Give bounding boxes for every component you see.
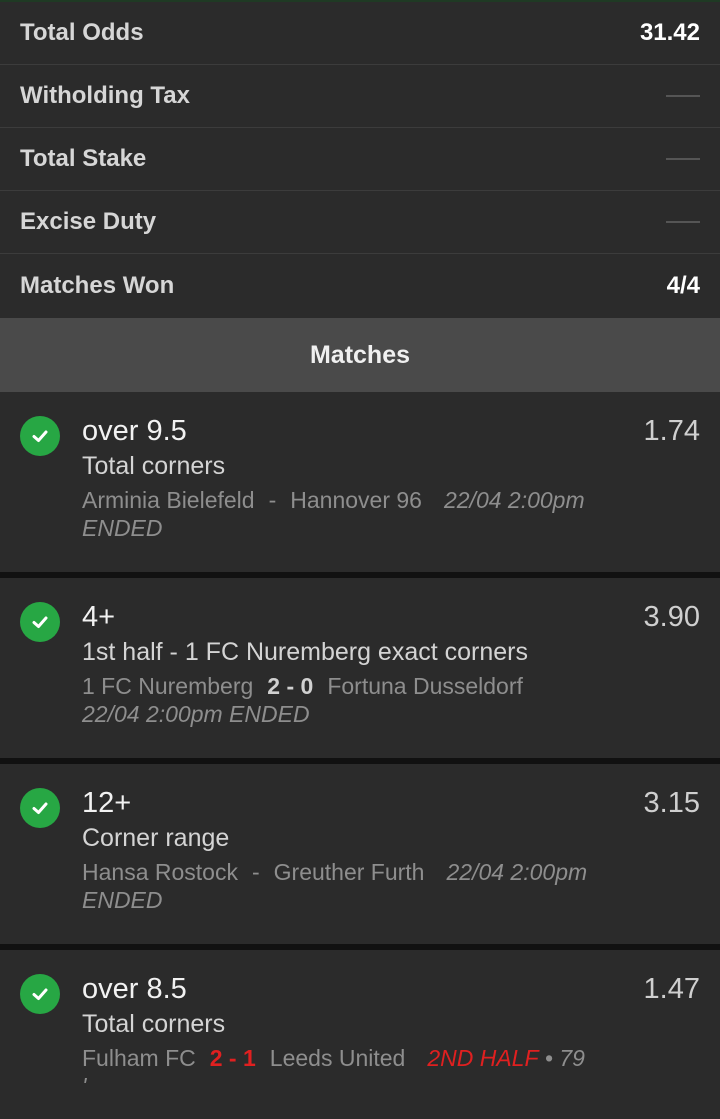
match-score: 2 - 0 xyxy=(267,673,314,699)
match-status: ENDED xyxy=(82,887,163,913)
bet-summary: Total Odds 31.42 Witholding Tax Total St… xyxy=(0,0,720,318)
match-minute-tail: ' xyxy=(82,1073,87,1099)
bet-pick: over 8.5 xyxy=(82,973,187,1005)
won-check-icon xyxy=(20,974,60,1014)
excise-duty-redacted xyxy=(666,221,700,223)
bet-odds: 3.90 xyxy=(643,601,700,633)
match-time: 22/04 2:00pm xyxy=(443,487,585,513)
bet-odds: 1.74 xyxy=(643,415,700,447)
excise-duty-label: Excise Duty xyxy=(20,208,157,235)
won-check-icon xyxy=(20,602,60,642)
won-check-icon xyxy=(20,788,60,828)
total-stake-row: Total Stake xyxy=(0,128,720,191)
bet-card[interactable]: 4+ 3.90 1st half - 1 FC Nuremberg exact … xyxy=(0,578,720,758)
home-team: Fulham FC xyxy=(82,1045,196,1071)
withholding-tax-label: Witholding Tax xyxy=(20,82,190,109)
match-info: Arminia Bielefeld - Hannover 96 22/04 2:00p… xyxy=(82,486,700,542)
away-team: Leeds United xyxy=(269,1045,406,1071)
match-score: 2 - 1 xyxy=(209,1045,256,1071)
bet-market: Total corners xyxy=(82,1010,226,1038)
withholding-tax-redacted xyxy=(666,95,700,97)
total-odds-row: Total Odds 31.42 xyxy=(0,2,720,65)
match-info: Fulham FC 2 - 1 Leeds United 2ND HALF • 79 … xyxy=(82,1044,700,1100)
team-separator: - xyxy=(251,859,260,885)
total-stake-redacted xyxy=(666,158,700,160)
matches-section-header: Matches xyxy=(0,318,720,392)
match-time-status: 22/04 2:00pm ENDED xyxy=(82,701,310,727)
matches-won-row: Matches Won 4/4 xyxy=(0,254,720,318)
matches-won-value: 4/4 xyxy=(666,272,700,299)
bet-card[interactable]: over 8.5 1.47 Total corners Fulham FC 2 -… xyxy=(0,950,720,1119)
bet-market: Total corners xyxy=(82,452,226,480)
match-time: 22/04 2:00pm xyxy=(446,859,588,885)
match-info: 1 FC Nuremberg 2 - 0 Fortuna Dusseldorf 22… xyxy=(82,672,700,728)
bet-market: 1st half - 1 FC Nuremberg exact corners xyxy=(82,638,528,666)
match-info: Hansa Rostock - Greuther Furth 22/04 2:00pm… xyxy=(82,858,700,914)
excise-duty-row: Excise Duty xyxy=(0,191,720,254)
total-odds-label: Total Odds xyxy=(20,19,144,46)
live-status: 2ND HALF xyxy=(427,1045,539,1071)
bet-pick: 12+ xyxy=(82,787,132,819)
home-team: Arminia Bielefeld xyxy=(82,487,255,513)
team-separator: - xyxy=(268,487,277,513)
bet-card[interactable]: over 9.5 1.74 Total corners Arminia Biel… xyxy=(0,392,720,572)
bet-card[interactable]: 12+ 3.15 Corner range Hansa Rostock - Greu… xyxy=(0,764,720,944)
home-team: 1 FC Nuremberg xyxy=(82,673,254,699)
away-team: Fortuna Dusseldorf xyxy=(327,673,523,699)
total-stake-label: Total Stake xyxy=(20,145,147,172)
home-team: Hansa Rostock xyxy=(82,859,238,885)
away-team: Greuther Furth xyxy=(273,859,425,885)
matches-won-label: Matches Won xyxy=(20,272,175,299)
away-team: Hannover 96 xyxy=(290,487,422,513)
total-odds-value: 31.42 xyxy=(639,19,700,46)
bet-odds: 3.15 xyxy=(643,787,700,819)
won-check-icon xyxy=(20,416,60,456)
withholding-tax-row: Witholding Tax xyxy=(0,65,720,128)
match-status: ENDED xyxy=(82,515,163,541)
bet-pick: over 9.5 xyxy=(82,415,187,447)
bet-odds: 1.47 xyxy=(643,973,700,1005)
bet-market: Corner range xyxy=(82,824,230,852)
bet-pick: 4+ xyxy=(82,601,116,633)
match-minute: • 79 xyxy=(544,1045,585,1071)
